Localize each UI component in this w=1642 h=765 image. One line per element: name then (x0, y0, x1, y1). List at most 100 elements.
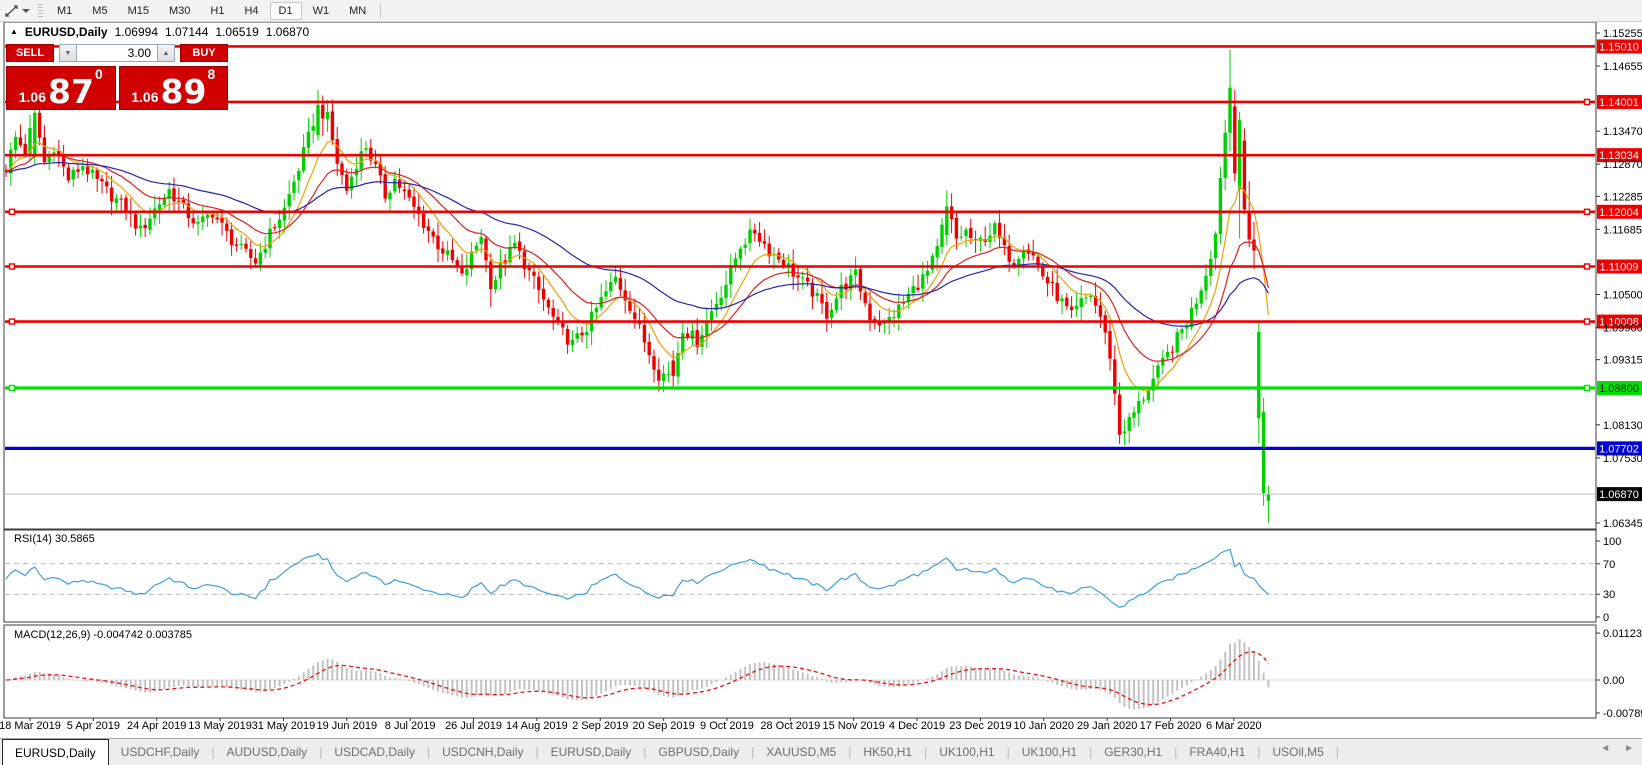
x-axis-date: 15 Nov 2019 (822, 720, 884, 732)
svg-text:1.12004: 1.12004 (1599, 207, 1639, 219)
symbol-tab-bar: EURUSD,DailyUSDCHF,Daily|AUDUSD,Daily|US… (0, 738, 1642, 765)
chart-tab-AUDUSD-Daily[interactable]: AUDUSD,Daily (215, 739, 320, 765)
svg-text:1.14001: 1.14001 (1599, 97, 1639, 109)
macd-panel[interactable] (4, 625, 1596, 718)
ask-prefix: 1.06 (131, 90, 158, 104)
x-axis-date: 19 Jun 2019 (317, 720, 378, 732)
y-axis-tick: 1.09900 (1603, 322, 1642, 334)
x-axis-date: 23 Dec 2019 (949, 720, 1011, 732)
bid-pipette: 0 (95, 67, 103, 81)
rsi-axis-tick: 0 (1603, 612, 1609, 624)
macd-signal-value: 0.003785 (146, 629, 192, 641)
svg-text:1.11009: 1.11009 (1600, 262, 1639, 274)
chart-tab-GER30-H1[interactable]: GER30,H1 (1092, 739, 1174, 765)
tool-dropdown-caret-icon[interactable] (22, 9, 30, 13)
volume-input[interactable]: 3.00 (77, 44, 157, 62)
macd-axis-tick: 0.011232 (1603, 628, 1642, 640)
macd-axis-tick: -0.007894 (1603, 708, 1642, 720)
chart-tab-USDCAD-Daily[interactable]: USDCAD,Daily (322, 739, 427, 765)
chart-tab-FRA40-H1[interactable]: FRA40,H1 (1177, 739, 1257, 765)
timeframe-button-M1[interactable]: M1 (48, 2, 81, 20)
y-axis-tick: 1.12870 (1603, 159, 1642, 171)
y-axis-tick: 1.10500 (1603, 289, 1642, 301)
x-axis-date: 14 Aug 2019 (506, 720, 568, 732)
volume-increase-button[interactable]: ▲ (157, 44, 175, 62)
spin-down-icon: ▼ (65, 50, 72, 57)
rsi-axis-tick: 70 (1603, 559, 1615, 571)
y-axis-tick: 1.11685 (1603, 224, 1642, 236)
rsi-value: 30.5865 (55, 533, 95, 545)
x-axis-date: 10 Jan 2020 (1013, 720, 1074, 732)
timeframe-button-M30[interactable]: M30 (160, 2, 199, 20)
sell-button[interactable]: SELL (6, 44, 54, 62)
ohlc-high: 1.07144 (165, 25, 208, 39)
y-axis-tick: 1.12285 (1603, 191, 1642, 203)
macd-main-value: -0.004742 (93, 629, 143, 641)
macd-label: MACD(12,26,9) -0.004742 0.003785 (14, 629, 192, 641)
chart-window: 1.150101.140011.130341.120041.110091.100… (0, 22, 1642, 737)
rsi-axis-tick: 30 (1603, 589, 1615, 601)
y-axis-tick: 1.07530 (1603, 453, 1642, 465)
x-axis-date: 4 Dec 2019 (889, 720, 945, 732)
rsi-label: RSI(14) 30.5865 (14, 533, 95, 545)
x-axis-date: 18 Mar 2019 (0, 720, 61, 732)
x-axis-date: 20 Sep 2019 (632, 720, 694, 732)
chart-ohlc-header: ▲ EURUSD,Daily 1.06994 1.07144 1.06519 1… (10, 25, 309, 39)
chart-tab-USOil-M5[interactable]: USOil,M5 (1261, 739, 1336, 765)
chart-tab-XAUUSD-M5[interactable]: XAUUSD,M5 (754, 739, 848, 765)
x-axis-date: 9 Oct 2019 (700, 720, 754, 732)
tab-scroll-left-icon[interactable]: ◄ (1600, 744, 1610, 754)
crosshair-tool-icon[interactable] (4, 4, 20, 18)
volume-spinner: ▼ 3.00 ▲ (59, 44, 175, 62)
chart-tab-USDCNH-Daily[interactable]: USDCNH,Daily (430, 739, 535, 765)
ohlc-open: 1.06994 (115, 25, 158, 39)
timeframe-button-H4[interactable]: H4 (235, 2, 267, 20)
chart-tab-EURUSD-Daily[interactable]: EURUSD,Daily (2, 739, 109, 765)
chart-tab-GBPUSD-Daily[interactable]: GBPUSD,Daily (646, 739, 751, 765)
collapse-chart-icon[interactable]: ▲ (10, 27, 18, 36)
tab-separator: | (1336, 739, 1339, 765)
chart-tab-UK100-H1[interactable]: UK100,H1 (927, 739, 1006, 765)
chart-tab-UK100-H1[interactable]: UK100,H1 (1010, 739, 1089, 765)
bid-big-digits: 87 (48, 76, 94, 107)
ask-quote-box[interactable]: 1.06898 (119, 66, 229, 110)
rsi-panel[interactable] (4, 530, 1596, 622)
rsi-name: RSI(14) (14, 533, 52, 545)
main-chart-panel[interactable] (4, 22, 1596, 529)
y-axis-tick: 1.06345 (1603, 518, 1642, 530)
bid-quote-box[interactable]: 1.06870 (6, 66, 116, 110)
timeframe-button-D1[interactable]: D1 (270, 2, 302, 20)
volume-decrease-button[interactable]: ▼ (59, 44, 77, 62)
timeframe-button-M15[interactable]: M15 (119, 2, 158, 20)
timeframe-button-M5[interactable]: M5 (83, 2, 116, 20)
x-axis-date: 26 Jul 2019 (445, 720, 502, 732)
spin-up-icon: ▲ (163, 50, 170, 57)
toolbar-grip (38, 4, 43, 18)
x-axis-date: 29 Jan 2020 (1077, 720, 1138, 732)
timeframe-button-MN[interactable]: MN (340, 2, 375, 20)
timeframe-button-H1[interactable]: H1 (201, 2, 233, 20)
svg-text:1.15010: 1.15010 (1599, 41, 1639, 53)
x-axis-date: 17 Feb 2020 (1140, 720, 1202, 732)
bid-prefix: 1.06 (19, 90, 46, 104)
x-axis-date: 31 May 2019 (252, 720, 316, 732)
tab-scroll-right-icon[interactable]: ► (1624, 744, 1634, 754)
x-axis-date: 8 Jul 2019 (385, 720, 436, 732)
timeframe-button-W1[interactable]: W1 (304, 2, 339, 20)
ohlc-close: 1.06870 (266, 25, 309, 39)
chart-tab-USDCHF-Daily[interactable]: USDCHF,Daily (109, 739, 212, 765)
y-axis-tick: 1.13470 (1603, 126, 1642, 138)
x-axis-date: 2 Sep 2019 (572, 720, 628, 732)
macd-axis-tick: 0.00 (1603, 675, 1624, 687)
top-toolbar: M1M5M15M30H1H4D1W1MN (0, 0, 1642, 22)
trading-platform-window: { "toolbar": { "cursor_tool_icon": "cros… (0, 0, 1642, 764)
chart-canvas[interactable]: 1.150101.140011.130341.120041.110091.100… (0, 22, 1642, 737)
ask-big-digits: 89 (161, 76, 207, 107)
macd-name: MACD(12,26,9) (14, 629, 90, 641)
toolbar-separator (380, 3, 381, 18)
buy-button[interactable]: BUY (180, 44, 228, 62)
chart-tab-EURUSD-Daily[interactable]: EURUSD,Daily (539, 739, 644, 765)
chart-tab-HK50-H1[interactable]: HK50,H1 (851, 739, 924, 765)
one-click-trade-widget: SELL ▼ 3.00 ▲ BUY 1.06870 1.06898 (6, 44, 228, 110)
y-axis-tick: 1.14655 (1603, 61, 1642, 73)
